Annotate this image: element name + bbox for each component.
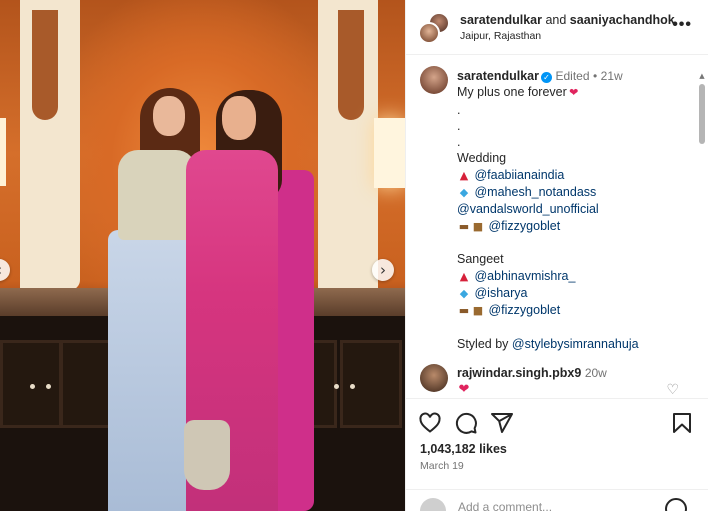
emoji-icon[interactable] <box>665 498 687 511</box>
post-actions: 1,043,182 likes March 19 Add a comment..… <box>406 398 708 511</box>
comments-scrollbar[interactable]: ▲ <box>698 72 706 392</box>
caption-title: My plus one forever <box>457 85 567 100</box>
dress-icon: ▲ <box>459 168 469 182</box>
avatar[interactable] <box>420 66 448 94</box>
save-icon[interactable] <box>670 411 694 435</box>
post-caption: saratendulkar ✓ Edited • 21w My plus one … <box>457 68 687 352</box>
avatar <box>418 22 440 44</box>
dress-icon: ▲ <box>459 269 469 283</box>
cabinet-knob <box>30 384 35 389</box>
comment-age: 20w <box>584 366 607 380</box>
post-header: saratendulkar and saaniyachandhok Jaipur… <box>406 0 708 55</box>
username-link[interactable]: rajwindar.singh.pbx9 <box>457 366 581 380</box>
arch-left <box>20 0 80 290</box>
post-sidebar: saratendulkar and saaniyachandhok Jaipur… <box>405 0 708 511</box>
comment-text: ❤ <box>458 382 470 397</box>
mention-link[interactable]: @vandalsworld_unofficial <box>457 202 599 216</box>
mention-link[interactable]: @fizzygoblet <box>488 219 560 233</box>
wall-lamp-right <box>374 118 405 188</box>
person-right-face <box>222 96 256 140</box>
wall-lamp-left <box>0 118 6 186</box>
next-photo-button[interactable]: › <box>372 259 394 281</box>
caption-dot: . <box>457 102 461 117</box>
post-date: March 19 <box>420 460 464 472</box>
share-icon[interactable] <box>490 411 514 435</box>
like-icon[interactable] <box>418 411 442 435</box>
avatar <box>420 498 446 511</box>
username-link[interactable]: saaniyachandhok <box>570 13 675 27</box>
wedding-heading: Wedding <box>457 151 507 166</box>
more-horizontal-icon[interactable]: ••• <box>672 16 692 34</box>
sandal-icon: ▬ <box>458 219 470 233</box>
caption-dot: . <box>457 135 461 150</box>
mention-link[interactable]: @faabiianaindia <box>474 168 564 182</box>
handbag-icon: ■ <box>472 219 484 233</box>
sangeet-heading: Sangeet <box>457 252 504 267</box>
location-link[interactable]: Jaipur, Rajasthan <box>460 30 541 42</box>
person-left-face <box>153 96 185 136</box>
comment-icon[interactable] <box>454 411 478 435</box>
comments-area[interactable]: saratendulkar ✓ Edited • 21w My plus one … <box>406 56 708 398</box>
add-comment-input[interactable]: Add a comment... <box>458 500 552 511</box>
likes-count[interactable]: 1,043,182 likes <box>420 442 507 456</box>
collab-avatars[interactable] <box>418 12 450 44</box>
joiner-text: and <box>541 13 570 27</box>
mention-link[interactable]: @mahesh_notandass <box>474 185 596 199</box>
potli-bag <box>184 420 230 490</box>
caption-dot: . <box>457 118 461 133</box>
cabinet-knob <box>334 384 339 389</box>
cabinet-panel <box>340 340 402 428</box>
scroll-thumb[interactable] <box>699 84 705 144</box>
mention-link[interactable]: @abhinavmishra_ <box>474 269 575 283</box>
person-left-skirt <box>108 230 196 511</box>
edited-label: Edited <box>555 69 590 83</box>
post-age: 21w <box>600 69 623 83</box>
mention-link[interactable]: @isharya <box>474 286 527 300</box>
username-link[interactable]: saratendulkar <box>457 69 539 83</box>
mention-link[interactable]: @stylebysimrannahuja <box>512 337 639 351</box>
avatar[interactable] <box>420 364 448 392</box>
heart-icon: ❤ <box>569 86 579 100</box>
post-photo[interactable]: ‹ › <box>0 0 405 511</box>
person-left-blouse <box>118 150 196 240</box>
gem-icon: ◆ <box>459 186 469 200</box>
comment-item: rajwindar.singh.pbx9 20w ❤ ♡ <box>406 362 708 398</box>
like-comment-icon[interactable]: ♡ <box>666 382 679 398</box>
cabinet-knob <box>46 384 51 389</box>
separator: • <box>592 69 598 83</box>
gem-icon: ◆ <box>459 286 469 300</box>
sandal-icon: ▬ <box>458 304 470 318</box>
arch-right <box>318 0 378 290</box>
collab-usernames: saratendulkar and saaniyachandhok <box>460 13 675 27</box>
cabinet-knob <box>350 384 355 389</box>
scroll-up-icon[interactable]: ▲ <box>698 72 706 80</box>
verified-badge-icon: ✓ <box>540 72 552 83</box>
handbag-icon: ■ <box>472 304 484 318</box>
username-link[interactable]: saratendulkar <box>460 13 542 27</box>
mention-link[interactable]: @fizzygoblet <box>488 303 560 317</box>
add-comment-row: Add a comment... <box>406 489 708 511</box>
previous-photo-button[interactable]: ‹ <box>0 259 10 281</box>
styled-by-label: Styled by <box>457 336 509 351</box>
